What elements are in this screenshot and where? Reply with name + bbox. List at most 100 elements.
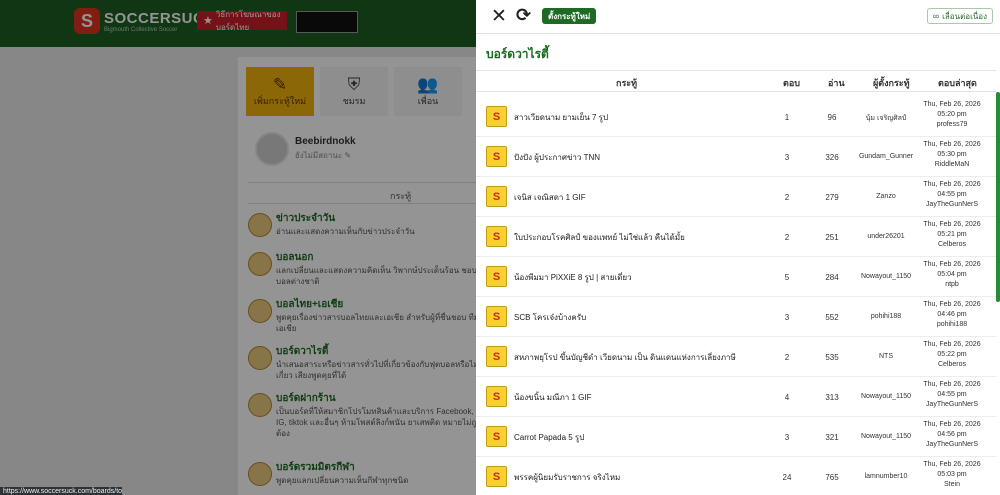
reply-count: 3 xyxy=(784,153,790,162)
reply-count: 2 xyxy=(784,233,790,242)
last-reply: Thu, Feb 26, 2026 05:22 pm Celberos xyxy=(916,340,988,370)
last-reply-date: Thu, Feb 26, 2026 xyxy=(923,341,981,348)
topic-title[interactable]: ปังปัง ผู้ประกาศข่าว TNN xyxy=(514,151,600,164)
last-reply-user[interactable]: JayTheGunNerS xyxy=(916,200,988,210)
last-reply-date: Thu, Feb 26, 2026 xyxy=(923,141,981,148)
close-icon[interactable]: ✕ xyxy=(491,6,507,26)
soccersuck-topic-icon: S xyxy=(486,306,507,327)
topic-title[interactable]: SCB โครเจ๋งบ้างครับ xyxy=(514,311,586,324)
reply-count: 2 xyxy=(784,193,790,202)
col-last-reply: ตอบล่าสุด xyxy=(938,78,977,88)
last-reply-date: Thu, Feb 26, 2026 xyxy=(923,261,981,268)
last-reply-user[interactable]: JayTheGunNerS xyxy=(916,440,988,450)
continuous-scroll-label: เลื่อนต่อเนื่อง xyxy=(942,11,987,21)
reply-count: 4 xyxy=(784,393,790,402)
last-reply-date: Thu, Feb 26, 2026 xyxy=(923,181,981,188)
soccersuck-topic-icon: S xyxy=(486,186,507,207)
topic-title[interactable]: Carrot Papada 5 รูป xyxy=(514,431,584,444)
table-row[interactable]: S พรรคผู้นิยมรับราชการ จริงไหม 24 765 lamnum… xyxy=(476,457,996,495)
table-header: กระทู้ ตอบ อ่าน ผู้ตั้งกระทู้ ตอบล่าสุด xyxy=(476,70,996,92)
new-topic-button[interactable]: ตั้งกระทู้ใหม่ xyxy=(542,8,597,24)
topic-author[interactable]: Nowayout_1150 xyxy=(849,393,923,400)
reply-count: 1 xyxy=(784,113,790,122)
last-reply: Thu, Feb 26, 2026 05:04 pm ntpb xyxy=(916,260,988,290)
reply-count: 2 xyxy=(784,353,790,362)
last-reply-time: 05:03 pm xyxy=(937,471,967,478)
last-reply-date: Thu, Feb 26, 2026 xyxy=(923,101,981,108)
last-reply-time: 05:21 pm xyxy=(937,231,967,238)
table-row[interactable]: S ใบประกอบโรคศิลป์ ของแพทย์ ไม่ใช่แล้ว คื… xyxy=(476,217,996,257)
table-row[interactable]: S สหภาพยุโรป ขึ้นบัญชีดำ เวียดนาม เป็น ดิ… xyxy=(476,337,996,377)
table-row[interactable]: S Carrot Papada 5 รูป 3 321 Nowayout_1150 Thu… xyxy=(476,417,996,457)
refresh-icon[interactable]: ⟳ xyxy=(516,6,531,26)
view-count: 313 xyxy=(825,393,839,402)
last-reply-time: 04:46 pm xyxy=(937,311,967,318)
topic-author[interactable]: NTS xyxy=(849,353,923,360)
last-reply-time: 04:55 pm xyxy=(937,391,967,398)
last-reply-time: 05:22 pm xyxy=(937,351,967,358)
view-count: 326 xyxy=(825,153,839,162)
table-row[interactable]: S SCB โครเจ๋งบ้างครับ 3 552 pohihi188 Thu, Fe… xyxy=(476,297,996,337)
last-reply: Thu, Feb 26, 2026 05:03 pm Stein xyxy=(916,460,988,490)
topic-title[interactable]: น้องขนิ้น มณีภา 1 GIF xyxy=(514,391,592,404)
last-reply-user[interactable]: ntpb xyxy=(916,280,988,290)
view-count: 552 xyxy=(825,313,839,322)
last-reply-user[interactable]: Celberos xyxy=(916,360,988,370)
last-reply-date: Thu, Feb 26, 2026 xyxy=(923,421,981,428)
topic-author[interactable]: under26201 xyxy=(849,233,923,240)
last-reply-date: Thu, Feb 26, 2026 xyxy=(923,301,981,308)
col-author: ผู้ตั้งกระทู้ xyxy=(873,78,910,88)
view-count: 251 xyxy=(825,233,839,242)
last-reply: Thu, Feb 26, 2026 04:46 pm pohihi188 xyxy=(916,300,988,330)
topic-title[interactable]: น้องพีมมา PiXXiE 8 รูป | สายเดี่ยว xyxy=(514,271,632,284)
topic-title[interactable]: สาวเวียดนาม ยามเย็น 7 รูป xyxy=(514,111,608,124)
table-row[interactable]: S สาวเวียดนาม ยามเย็น 7 รูป 1 96 นุ้ม เจริญศ… xyxy=(476,97,996,137)
topic-author[interactable]: Zanzo xyxy=(849,193,923,200)
topic-title[interactable]: พรรคผู้นิยมรับราชการ จริงไหม xyxy=(514,471,620,484)
last-reply-user[interactable]: RiddleMaN xyxy=(916,160,988,170)
topic-author[interactable]: pohihi188 xyxy=(849,313,923,320)
view-count: 284 xyxy=(825,273,839,282)
last-reply-user[interactable]: pohihi188 xyxy=(916,320,988,330)
table-row[interactable]: S เจนิส เจณิสดา 1 GIF 2 279 Zanzo Thu, Feb 26… xyxy=(476,177,996,217)
soccersuck-topic-icon: S xyxy=(486,106,507,127)
continuous-scroll-button[interactable]: ∞ เลื่อนต่อเนื่อง xyxy=(926,8,993,24)
table-row[interactable]: S น้องพีมมา PiXXiE 8 รูป | สายเดี่ยว 5 284 N… xyxy=(476,257,996,297)
topic-title[interactable]: ใบประกอบโรคศิลป์ ของแพทย์ ไม่ใช่แล้ว คืน… xyxy=(514,231,685,244)
soccersuck-topic-icon: S xyxy=(486,226,507,247)
topic-title[interactable]: สหภาพยุโรป ขึ้นบัญชีดำ เวียดนาม เป็น ดิน… xyxy=(514,351,736,364)
table-row[interactable]: S ปังปัง ผู้ประกาศข่าว TNN 3 326 Gundam_Gunn… xyxy=(476,137,996,177)
last-reply-date: Thu, Feb 26, 2026 xyxy=(923,461,981,468)
topic-author[interactable]: lamnumber10 xyxy=(849,473,923,480)
topic-author[interactable]: Gundam_Gunner xyxy=(849,153,923,160)
last-reply-user[interactable]: profess79 xyxy=(916,120,988,130)
last-reply-time: 05:20 pm xyxy=(937,111,967,118)
status-bar-url: https://www.soccersuck.com/boards/topic/… xyxy=(0,487,122,495)
last-reply: Thu, Feb 26, 2026 04:55 pm JayTheGunNerS xyxy=(916,180,988,210)
view-count: 765 xyxy=(825,473,839,482)
scrollbar[interactable] xyxy=(996,92,1000,302)
view-count: 279 xyxy=(825,193,839,202)
last-reply-user[interactable]: Stein xyxy=(916,480,988,490)
soccersuck-topic-icon: S xyxy=(486,386,507,407)
col-replies: ตอบ xyxy=(783,78,800,88)
topic-author[interactable]: นุ้ม เจริญศิลป์ xyxy=(849,113,923,124)
view-count: 535 xyxy=(825,353,839,362)
last-reply-user[interactable]: Celberos xyxy=(916,240,988,250)
reply-count: 5 xyxy=(784,273,790,282)
topic-author[interactable]: Nowayout_1150 xyxy=(849,433,923,440)
soccersuck-topic-icon: S xyxy=(486,146,507,167)
topic-author[interactable]: Nowayout_1150 xyxy=(849,273,923,280)
soccersuck-topic-icon: S xyxy=(486,346,507,367)
soccersuck-topic-icon: S xyxy=(486,426,507,447)
last-reply-time: 04:56 pm xyxy=(937,431,967,438)
topic-title[interactable]: เจนิส เจณิสดา 1 GIF xyxy=(514,191,586,204)
last-reply-user[interactable]: JayTheGunNerS xyxy=(916,400,988,410)
modal-overlay[interactable] xyxy=(0,0,476,495)
last-reply: Thu, Feb 26, 2026 04:56 pm JayTheGunNerS xyxy=(916,420,988,450)
last-reply: Thu, Feb 26, 2026 04:55 pm JayTheGunNerS xyxy=(916,380,988,410)
table-row[interactable]: S น้องขนิ้น มณีภา 1 GIF 4 313 Nowayout_1150 T… xyxy=(476,377,996,417)
soccersuck-topic-icon: S xyxy=(486,466,507,487)
topic-list: S สาวเวียดนาม ยามเย็น 7 รูป 1 96 นุ้ม เจริญศ… xyxy=(476,97,996,495)
last-reply: Thu, Feb 26, 2026 05:21 pm Celberos xyxy=(916,220,988,250)
